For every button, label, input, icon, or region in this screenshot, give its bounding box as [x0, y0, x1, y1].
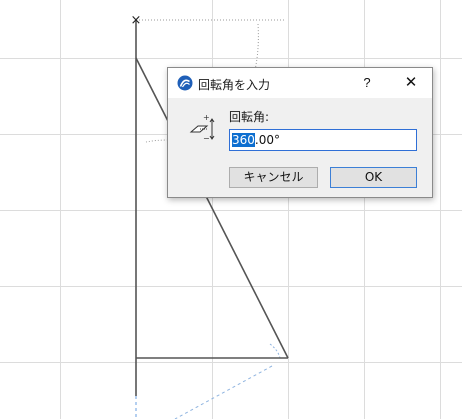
drawing-canvas[interactable]: ×	[0, 0, 462, 419]
ok-button[interactable]: OK	[330, 167, 417, 188]
angle-input-selected-text: 360	[232, 133, 255, 147]
help-icon: ?	[363, 75, 371, 90]
grid	[0, 0, 462, 419]
svg-text:+: +	[203, 113, 210, 122]
help-button[interactable]: ?	[354, 68, 380, 98]
dialog-titlebar[interactable]: 回転角を入力 ? ✕	[168, 68, 432, 98]
rotate-angle-icon: + −	[189, 113, 215, 142]
angle-input-rest-text: .00°	[254, 133, 280, 147]
svg-text:−: −	[203, 134, 210, 142]
rotation-angle-dialog: 回転角を入力 ? ✕ + − 回転角: 360.00° キャンセル OK	[167, 67, 433, 198]
close-button[interactable]: ✕	[394, 68, 428, 98]
archicad-app-icon	[177, 75, 193, 91]
angle-field-label: 回転角:	[229, 110, 270, 124]
origin-marker: ×	[131, 13, 142, 28]
cancel-button[interactable]: キャンセル	[229, 167, 318, 188]
angle-input[interactable]: 360.00°	[229, 129, 417, 151]
close-icon: ✕	[404, 74, 418, 91]
dialog-title: 回転角を入力	[198, 78, 271, 92]
